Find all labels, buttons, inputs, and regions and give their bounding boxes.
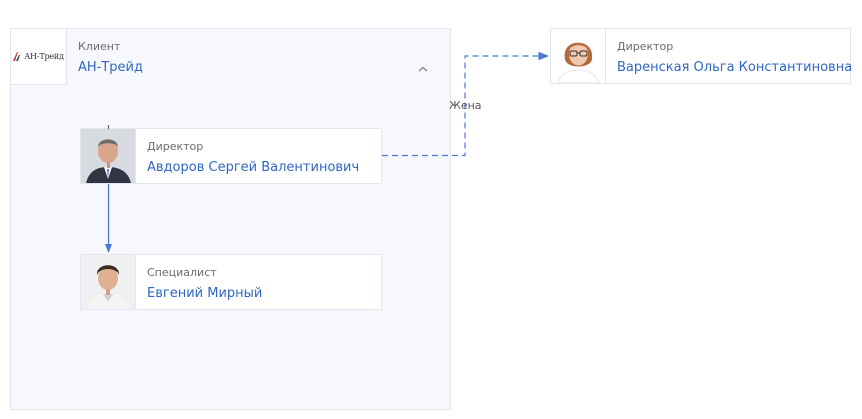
person-role: Директор xyxy=(617,40,674,53)
avatar xyxy=(551,29,606,83)
relation-label: Жена xyxy=(449,99,482,112)
person-photo-icon xyxy=(81,129,135,183)
person-photo-icon xyxy=(81,255,135,309)
group-caption: Клиент xyxy=(78,40,121,53)
person-role: Директор xyxy=(147,140,204,153)
person-photo-icon xyxy=(551,29,605,83)
client-group-header: АН-Трейд Клиент АН-Трейд xyxy=(11,29,450,85)
person-card-specialist[interactable]: Специалист Евгений Мирный xyxy=(80,254,382,310)
collapse-button[interactable] xyxy=(413,62,433,76)
person-name-link[interactable]: Варенская Ольга Константиновна xyxy=(617,60,852,75)
company-logo: АН-Трейд xyxy=(11,29,67,85)
org-chart-canvas: АН-Трейд Клиент АН-Трейд Директор Авдоро… xyxy=(0,0,862,419)
person-role: Специалист xyxy=(147,266,217,279)
person-name-link[interactable]: Евгений Мирный xyxy=(147,286,262,301)
person-name-link[interactable]: Авдоров Сергей Валентинович xyxy=(147,160,359,175)
person-card-director[interactable]: Директор Авдоров Сергей Валентинович xyxy=(80,128,382,184)
company-logo-mark: АН-Трейд xyxy=(13,52,64,61)
group-title-link[interactable]: АН-Трейд xyxy=(78,60,143,75)
avatar xyxy=(81,255,136,309)
avatar xyxy=(81,129,136,183)
chevron-up-icon xyxy=(418,66,428,72)
client-group: АН-Трейд Клиент АН-Трейд xyxy=(10,28,451,410)
company-logo-text: АН-Трейд xyxy=(24,52,64,61)
person-card-related-director[interactable]: Директор Варенская Ольга Константиновна xyxy=(550,28,852,84)
company-logo-icon xyxy=(13,52,21,61)
